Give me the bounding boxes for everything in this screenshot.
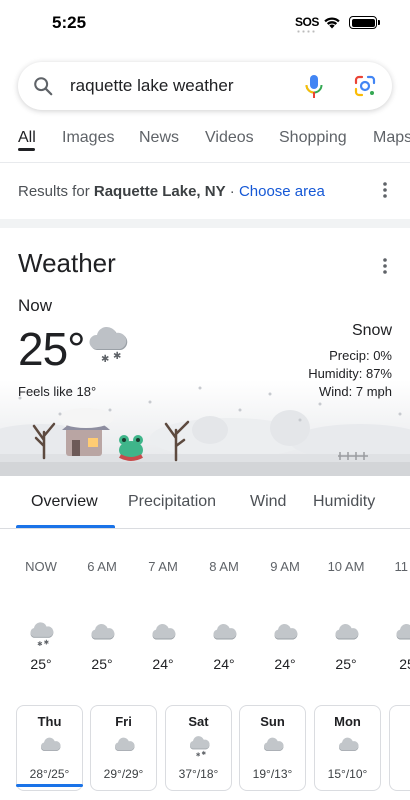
current-temperature: 25° (18, 323, 86, 375)
hour-temperature: 25° (335, 656, 357, 672)
snow-icon: ✱ ✱ (166, 736, 231, 762)
hour-label: NOW (25, 559, 57, 574)
day-card-thu[interactable]: Thu 28°/25° (16, 705, 83, 791)
cloud-icon (77, 622, 127, 650)
snow-cloud-icon: ✱ ✱ (89, 326, 128, 365)
snow-icon: ✱ ✱ (16, 622, 66, 650)
choose-area-link[interactable]: Choose area (239, 183, 325, 200)
weather-more-options-icon[interactable] (380, 256, 390, 276)
day-temperatures: 19°/13° (252, 767, 293, 781)
day-name: Mon (334, 714, 361, 729)
day-name: Sat (188, 714, 209, 729)
day-temperatures: 37°/18° (178, 767, 219, 781)
results-prefix: Results for (18, 183, 90, 200)
precipitation-value: Precip: 0% (329, 348, 392, 363)
search-icon[interactable] (32, 75, 54, 97)
divider (0, 162, 410, 163)
cloud-icon (138, 622, 188, 650)
day-card-mon[interactable]: Mon 15°/10° (314, 705, 381, 791)
tab-videos[interactable]: Videos (205, 129, 254, 147)
weather-subtabs: Overview Precipitation Wind Humidity (0, 476, 410, 528)
google-lens-icon[interactable] (354, 75, 376, 97)
selected-day-indicator (16, 784, 83, 787)
active-tab-indicator (18, 148, 35, 151)
day-card-sun[interactable]: Sun 19°/13° (239, 705, 306, 791)
day-card-sat[interactable]: Sat ✱ ✱ 37°/18° (165, 705, 232, 791)
hour-temperature: 25° (91, 656, 113, 672)
search-bar[interactable] (18, 62, 392, 110)
svg-text:✱: ✱ (195, 752, 200, 758)
day-card-partial[interactable] (389, 705, 410, 791)
svg-text:✱: ✱ (37, 640, 42, 648)
wifi-icon (324, 17, 340, 29)
divider (0, 528, 410, 529)
search-tabs: All Images News Videos Shopping Maps (0, 124, 410, 162)
hour-label: 9 AM (270, 559, 300, 574)
microphone-icon[interactable] (305, 74, 323, 100)
day-temperatures: 15°/10° (327, 767, 368, 781)
hour-temperature: 24° (274, 656, 296, 672)
status-bar: 5:25 SOS (0, 0, 410, 50)
svg-text:✱: ✱ (101, 354, 109, 365)
hour-label: 6 AM (87, 559, 117, 574)
weather-condition: Snow (351, 322, 392, 339)
day-name: Fri (115, 714, 132, 729)
cloud-icon (260, 622, 310, 650)
signal-dots-icon (296, 30, 316, 33)
subtab-humidity[interactable]: Humidity (313, 493, 375, 511)
search-input[interactable] (70, 76, 290, 96)
hour-temperature: 24° (213, 656, 235, 672)
hour-temperature: 24° (152, 656, 174, 672)
cloud-icon (91, 736, 156, 762)
hour-label: 11 A (394, 559, 410, 574)
tab-news[interactable]: News (139, 129, 179, 147)
subtab-overview[interactable]: Overview (31, 493, 98, 511)
cloud-icon (321, 622, 371, 650)
hour-temperature: 25° (30, 656, 52, 672)
tab-all[interactable]: All (18, 129, 36, 147)
subtab-precipitation[interactable]: Precipitation (128, 493, 216, 511)
wind-value: Wind: 7 mph (319, 384, 392, 399)
now-label: Now (18, 296, 53, 315)
day-name: Sun (260, 714, 285, 729)
svg-text:✱: ✱ (201, 750, 206, 757)
more-options-icon[interactable] (380, 180, 390, 200)
section-gap (0, 219, 410, 228)
location-name: Raquette Lake, NY (93, 183, 226, 200)
feels-like: Feels like 18° (18, 384, 97, 399)
hour-temperature: 25 (399, 656, 410, 672)
day-card-fri[interactable]: Fri 29°/29° (90, 705, 157, 791)
cloud-icon (382, 622, 410, 650)
status-time: 5:25 (52, 13, 87, 32)
hour-label: 8 AM (209, 559, 239, 574)
hour-label: 7 AM (148, 559, 178, 574)
weather-title: Weather (18, 248, 116, 278)
day-temperatures: 28°/25° (29, 767, 70, 781)
tab-shopping[interactable]: Shopping (279, 129, 347, 147)
hour-label: 10 AM (327, 559, 365, 574)
humidity-value: Humidity: 87% (308, 366, 392, 381)
svg-text:✱: ✱ (44, 638, 49, 646)
cloud-icon (199, 622, 249, 650)
day-name: Thu (37, 714, 62, 729)
location-row: Results for Raquette Lake, NY · Choose a… (18, 183, 325, 200)
tab-maps[interactable]: Maps (373, 129, 410, 147)
sos-indicator: SOS (295, 15, 319, 29)
tab-images[interactable]: Images (62, 129, 114, 147)
battery-icon (349, 16, 380, 29)
separator: · (225, 183, 239, 200)
day-temperatures: 29°/29° (103, 767, 144, 781)
cloud-icon (240, 736, 305, 762)
cloud-icon (17, 736, 82, 762)
subtab-wind[interactable]: Wind (250, 493, 286, 511)
cloud-icon (315, 736, 380, 762)
svg-text:✱: ✱ (113, 351, 121, 362)
